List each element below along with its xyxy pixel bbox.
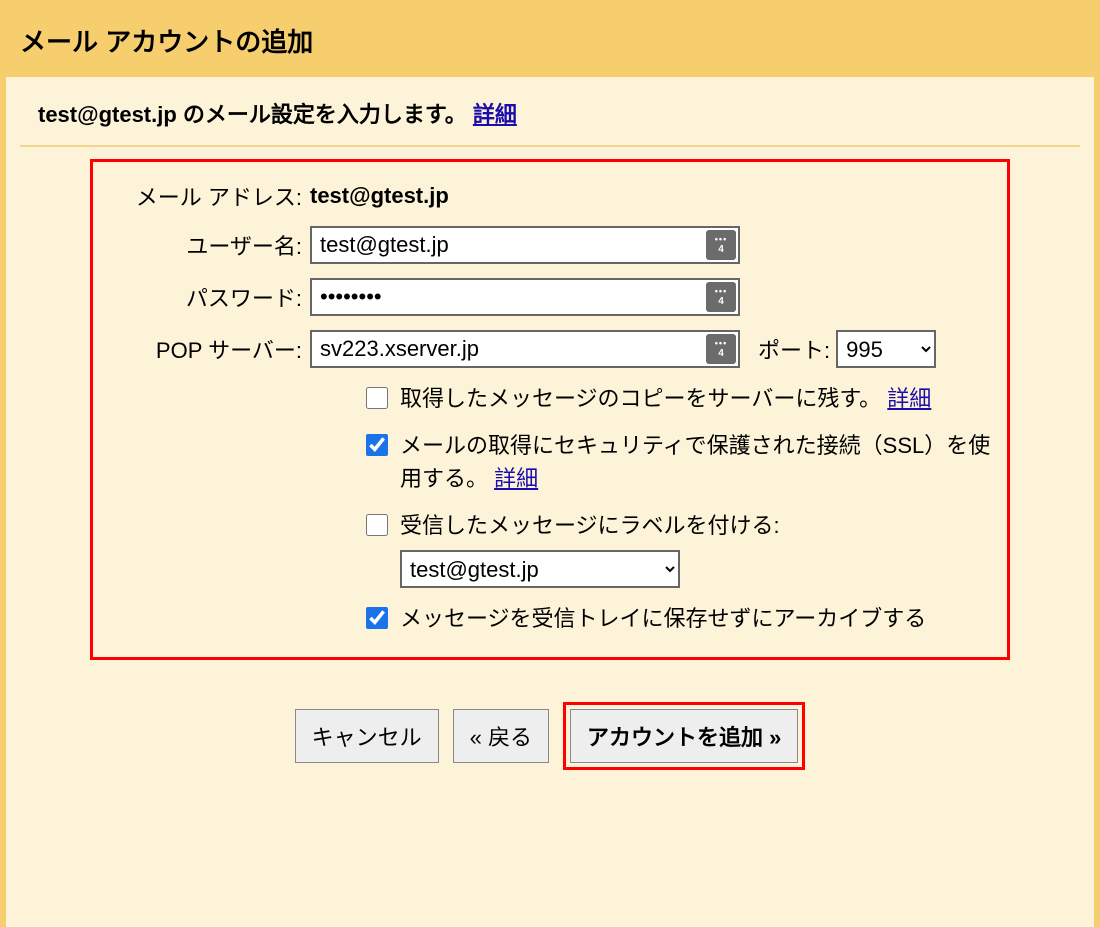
leave-copy-label: 取得したメッセージのコピーをサーバーに残す。 詳細 [400, 382, 991, 415]
ssl-details-link[interactable]: 詳細 [494, 466, 538, 491]
email-label: メール アドレス: [109, 180, 304, 212]
settings-highlight-box: メール アドレス: test@gtest.jp ユーザー名: •••4 パスワー… [90, 159, 1010, 660]
ssl-checkbox[interactable] [366, 434, 388, 456]
apply-label-checkbox[interactable] [366, 514, 388, 536]
password-input[interactable] [310, 278, 740, 316]
password-manager-icon[interactable]: •••4 [706, 230, 736, 260]
dialog-title: メール アカウントの追加 [20, 22, 1080, 59]
primary-highlight: アカウントを追加 » [563, 702, 805, 770]
password-label: パスワード: [109, 281, 304, 313]
back-button[interactable]: « 戻る [453, 709, 549, 763]
details-link[interactable]: 詳細 [473, 102, 517, 127]
username-input[interactable] [310, 226, 740, 264]
row-archive: メッセージを受信トレイに保存せずにアーカイブする [109, 602, 991, 635]
row-password: パスワード: •••4 [109, 278, 991, 316]
username-label: ユーザー名: [109, 229, 304, 261]
apply-label-label: 受信したメッセージにラベルを付ける: test@gtest.jp [400, 509, 991, 588]
archive-label: メッセージを受信トレイに保存せずにアーカイブする [400, 602, 991, 635]
leave-copy-details-link[interactable]: 詳細 [887, 386, 931, 411]
leave-copy-checkbox[interactable] [366, 387, 388, 409]
port-select[interactable]: 995 [836, 330, 936, 368]
subheading: test@gtest.jp のメール設定を入力します。 詳細 [38, 97, 1080, 129]
ssl-label: メールの取得にセキュリティで保護された接続（SSL）を使用する。 詳細 [400, 429, 991, 495]
pop-label: POP サーバー: [109, 333, 304, 365]
pop-server-input[interactable] [310, 330, 740, 368]
row-apply-label: 受信したメッセージにラベルを付ける: test@gtest.jp [109, 509, 991, 588]
archive-checkbox[interactable] [366, 607, 388, 629]
dialog-header: メール アカウントの追加 [0, 0, 1100, 77]
row-email: メール アドレス: test@gtest.jp [109, 180, 991, 212]
label-select[interactable]: test@gtest.jp [400, 550, 680, 588]
add-account-button[interactable]: アカウントを追加 » [570, 709, 798, 763]
port-label: ポート: [758, 333, 830, 365]
row-leave-copy: 取得したメッセージのコピーをサーバーに残す。 詳細 [109, 382, 991, 415]
row-username: ユーザー名: •••4 [109, 226, 991, 264]
subheading-text: test@gtest.jp のメール設定を入力します。 [38, 102, 467, 127]
email-value: test@gtest.jp [310, 183, 449, 209]
button-bar: キャンセル « 戻る アカウントを追加 » [20, 702, 1080, 770]
cancel-button[interactable]: キャンセル [295, 709, 439, 763]
password-manager-icon[interactable]: •••4 [706, 334, 736, 364]
dialog-panel: test@gtest.jp のメール設定を入力します。 詳細 メール アドレス:… [6, 77, 1094, 927]
divider [20, 145, 1080, 147]
row-pop-server: POP サーバー: •••4 ポート: 995 [109, 330, 991, 368]
password-manager-icon[interactable]: •••4 [706, 282, 736, 312]
row-ssl: メールの取得にセキュリティで保護された接続（SSL）を使用する。 詳細 [109, 429, 991, 495]
